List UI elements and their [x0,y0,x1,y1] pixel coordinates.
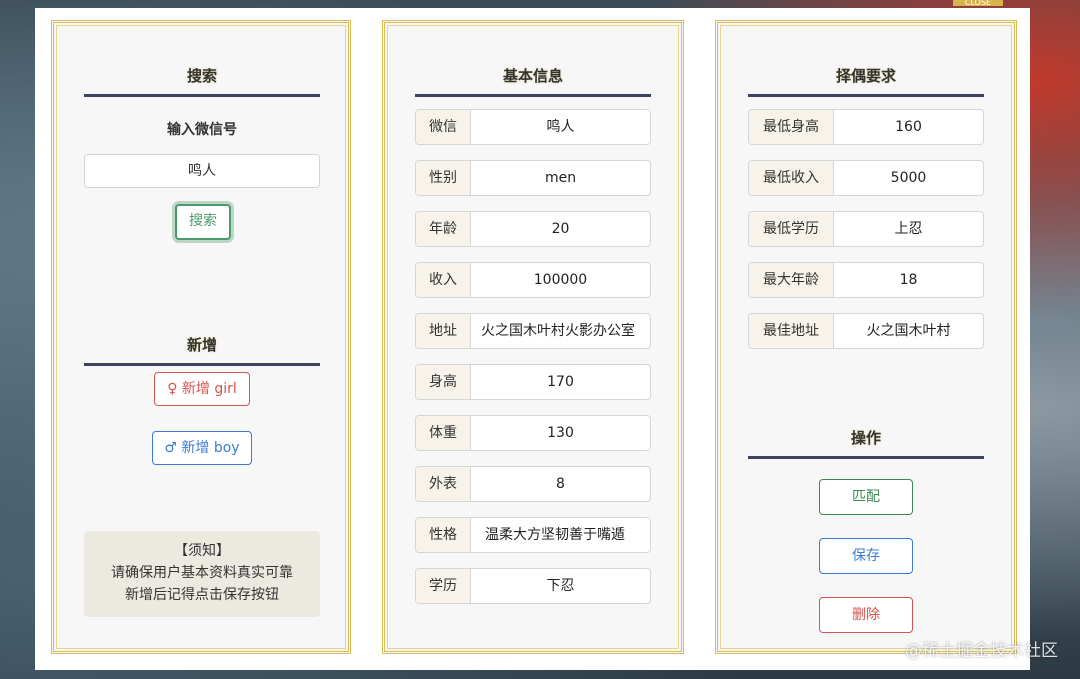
search-panel: 搜索 输入微信号 鸣人 搜索 新增 ♀ 新增 girl ♂ 新增 boy 【须知… [51,20,351,654]
field-education: 学历 下忍 [415,568,651,604]
field-input[interactable]: 170 [471,365,650,399]
notice-line-2: 新增后记得点击保存按钮 [125,587,279,603]
basic-info-underline [415,94,651,97]
field-label: 微信 [416,110,471,144]
req-min-income: 最低收入 5000 [748,160,984,196]
field-label: 最低收入 [749,161,834,195]
female-icon: ♀ [167,381,178,397]
match-button[interactable]: 匹配 [819,479,913,515]
req-min-education: 最低学历 上忍 [748,211,984,247]
field-input[interactable]: 火之国木叶村火影办公室 [471,314,650,348]
field-input[interactable]: 下忍 [471,569,650,603]
basic-info-panel: 基本信息 微信 鸣人 性别 men 年龄 20 收入 100000 地址 火之国… [382,20,684,654]
add-title-underline [84,363,320,366]
wechat-search-input[interactable]: 鸣人 [84,154,320,188]
field-input[interactable]: 5000 [834,161,983,195]
field-age: 年龄 20 [415,211,651,247]
field-label: 地址 [416,314,471,348]
req-best-address: 最佳地址 火之国木叶村 [748,313,984,349]
actions-title: 操作 [850,429,881,447]
field-appearance: 外表 8 [415,466,651,502]
field-input[interactable]: 18 [834,263,983,297]
field-height: 身高 170 [415,364,651,400]
field-label: 收入 [416,263,471,297]
requirements-title: 择偶要求 [835,67,896,85]
field-personality: 性格 温柔大方坚韧善于嘴遁 [415,517,651,553]
field-input[interactable]: 温柔大方坚韧善于嘴遁 [471,518,650,552]
field-input[interactable]: 鸣人 [471,110,650,144]
field-label: 体重 [416,416,471,450]
req-max-age: 最大年龄 18 [748,262,984,298]
close-tab[interactable]: CLOSE [953,0,1003,6]
search-title-underline [84,94,320,97]
field-label: 身高 [416,365,471,399]
notice-title: 【须知】 [174,543,230,559]
field-label: 最低身高 [749,110,834,144]
field-input[interactable]: 160 [834,110,983,144]
watermark-text: @稀土掘金技术社区 [905,641,1058,661]
field-label: 最佳地址 [749,314,834,348]
actions-underline [748,456,984,459]
search-button[interactable]: 搜索 [175,204,231,240]
notice-box: 【须知】 请确保用户基本资料真实可靠 新增后记得点击保存按钮 [84,531,320,617]
male-icon: ♂ [164,440,177,456]
field-label: 学历 [416,569,471,603]
field-input[interactable]: 100000 [471,263,650,297]
field-input[interactable]: 火之国木叶村 [834,314,983,348]
save-button[interactable]: 保存 [819,538,913,574]
req-min-height: 最低身高 160 [748,109,984,145]
field-weight: 体重 130 [415,415,651,451]
field-label: 最大年龄 [749,263,834,297]
field-input[interactable]: men [471,161,650,195]
wechat-input-label: 输入微信号 [167,122,237,138]
field-input[interactable]: 130 [471,416,650,450]
add-girl-label: 新增 girl [181,381,237,397]
main-board: 搜索 输入微信号 鸣人 搜索 新增 ♀ 新增 girl ♂ 新增 boy 【须知… [35,8,1030,670]
requirements-underline [748,94,984,97]
field-label: 年龄 [416,212,471,246]
field-wechat: 微信 鸣人 [415,109,651,145]
field-gender: 性别 men [415,160,651,196]
field-income: 收入 100000 [415,262,651,298]
field-label: 外表 [416,467,471,501]
delete-button[interactable]: 删除 [819,597,913,633]
requirements-panel: 择偶要求 最低身高 160 最低收入 5000 最低学历 上忍 最大年龄 18 … [715,20,1017,654]
basic-info-title: 基本信息 [502,67,563,85]
field-label: 性别 [416,161,471,195]
add-boy-button[interactable]: ♂ 新增 boy [152,431,252,465]
field-input[interactable]: 8 [471,467,650,501]
search-section-title: 搜索 [186,67,217,85]
notice-line-1: 请确保用户基本资料真实可靠 [111,565,293,581]
field-address: 地址 火之国木叶村火影办公室 [415,313,651,349]
field-label: 性格 [416,518,471,552]
add-section-title: 新增 [186,336,217,354]
field-input[interactable]: 20 [471,212,650,246]
field-input[interactable]: 上忍 [834,212,983,246]
field-label: 最低学历 [749,212,834,246]
add-girl-button[interactable]: ♀ 新增 girl [154,372,250,406]
add-boy-label: 新增 boy [181,440,240,456]
